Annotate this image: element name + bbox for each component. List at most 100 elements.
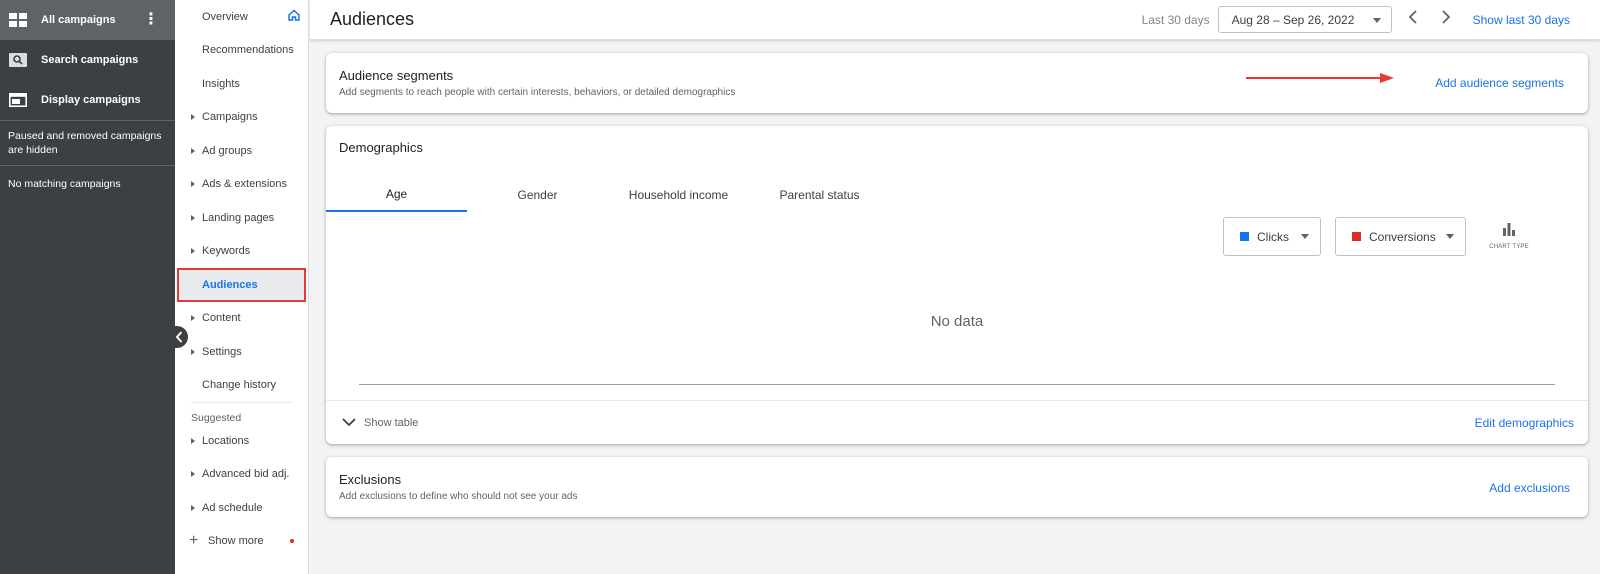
metric-clicks-label: Clicks: [1257, 229, 1289, 244]
demographics-card: Demographics Age Gender Household income…: [326, 126, 1588, 444]
nav-item-label: Audiences: [202, 278, 258, 291]
nav-item-label: Content: [202, 312, 241, 325]
nav-item-audiences[interactable]: Audiences: [177, 268, 306, 302]
nav-item-change-history[interactable]: Change history: [175, 369, 308, 403]
nav-item-content[interactable]: Content: [175, 302, 308, 336]
nav-item-landing-pages[interactable]: Landing pages: [175, 201, 308, 235]
nav-item-label: Ad schedule: [202, 501, 263, 514]
demographics-footer: Show table Edit demographics: [326, 400, 1588, 444]
nav-item-label: Ad groups: [202, 144, 253, 157]
caret-right-icon: [191, 181, 195, 188]
hidden-campaigns-note: Paused and removed campaigns are hidden: [0, 120, 175, 165]
caret-right-icon: [191, 147, 195, 154]
add-audience-segments-link[interactable]: Add audience segments: [1435, 76, 1564, 90]
nav-item-ad-schedule[interactable]: Ad schedule: [175, 491, 308, 525]
chart-type-button[interactable]: CHART TYPE: [1486, 222, 1532, 250]
audience-segments-card: Audience segments Add segments to reach …: [326, 53, 1588, 113]
grid-icon: [8, 12, 28, 28]
nav-item-label: Change history: [202, 379, 276, 392]
page-header: Audiences Last 30 days Aug 28 – Sep 26, …: [310, 0, 1600, 40]
chevron-right-icon: [1441, 10, 1450, 24]
date-range-value: Aug 28 – Sep 26, 2022: [1231, 12, 1355, 27]
metric-conversions-select[interactable]: Conversions: [1335, 217, 1466, 256]
show-last-30-days-link[interactable]: Show last 30 days: [1473, 13, 1570, 27]
previous-period-button[interactable]: [1401, 10, 1425, 29]
caret-right-icon: [191, 471, 195, 478]
caret-right-icon: [191, 114, 195, 121]
tab-gender[interactable]: Gender: [467, 178, 608, 212]
nav-item-insights[interactable]: Insights: [175, 67, 308, 101]
dropdown-arrow-icon: [1301, 234, 1309, 239]
page-nav: Overview Recommendations Insights Campai…: [175, 0, 309, 574]
no-matching-campaigns: No matching campaigns: [0, 165, 175, 202]
exclusions-subtitle: Add exclusions to define who should not …: [339, 491, 578, 502]
metric-conversions-label: Conversions: [1369, 229, 1436, 244]
tab-household-income[interactable]: Household income: [608, 178, 749, 212]
caret-right-icon: [191, 315, 195, 322]
edit-demographics-link[interactable]: Edit demographics: [1475, 416, 1574, 430]
annotation-arrow-icon: [1246, 73, 1394, 83]
nav-item-label: Landing pages: [202, 211, 275, 224]
chart-type-label: CHART TYPE: [1489, 244, 1529, 250]
nav-item-label: Locations: [202, 434, 250, 447]
metric-clicks-select[interactable]: Clicks: [1223, 217, 1321, 256]
dropdown-arrow-icon: [1446, 234, 1454, 239]
nav-item-recommendations[interactable]: Recommendations: [175, 34, 308, 68]
all-campaigns-label: All campaigns: [41, 14, 116, 26]
nav-item-ads-extensions[interactable]: Ads & extensions: [175, 168, 308, 202]
nav-item-label: Advanced bid adj.: [202, 468, 290, 481]
tab-age[interactable]: Age: [326, 178, 467, 212]
bar-chart-icon: [1503, 223, 1515, 236]
nav-item-ad-groups[interactable]: Ad groups: [175, 134, 308, 168]
show-table-toggle[interactable]: Show table: [364, 417, 418, 429]
caret-right-icon: [191, 437, 195, 444]
nav-item-keywords[interactable]: Keywords: [175, 235, 308, 269]
caret-right-icon: [191, 248, 195, 255]
show-more-button[interactable]: + Show more: [175, 525, 308, 559]
no-data-message: No data: [930, 313, 984, 330]
conversions-swatch: [1352, 232, 1361, 241]
nav-item-locations[interactable]: Locations: [175, 424, 308, 458]
nav-item-advanced-bid-adj[interactable]: Advanced bid adj.: [175, 458, 308, 492]
nav-item-label: Campaigns: [202, 111, 258, 124]
caret-right-icon: [191, 504, 195, 511]
chevron-down-icon[interactable]: [342, 418, 356, 427]
dropdown-arrow-icon: [1372, 18, 1381, 23]
next-period-button[interactable]: [1434, 10, 1458, 29]
nav-item-campaigns[interactable]: Campaigns: [175, 101, 308, 135]
display-campaign-icon: [8, 92, 28, 108]
show-more-label: Show more: [208, 535, 264, 548]
nav-item-label: Settings: [202, 345, 242, 358]
nav-item-label: Overview: [202, 10, 248, 23]
nav-item-label: Insights: [202, 77, 240, 90]
nav-item-label: Keywords: [202, 245, 251, 258]
exclusions-title: Exclusions: [339, 472, 402, 487]
nav-section-suggested: Suggested: [191, 402, 292, 424]
chart-axis-line: [359, 384, 1555, 385]
more-vert-icon[interactable]: ⋮: [143, 12, 159, 28]
caret-right-icon: [191, 348, 195, 355]
display-campaigns-item[interactable]: Display campaigns: [0, 80, 175, 120]
nav-item-overview[interactable]: Overview: [175, 0, 308, 34]
audience-segments-subtitle: Add segments to reach people with certai…: [339, 87, 736, 98]
tab-parental-status[interactable]: Parental status: [749, 178, 890, 212]
demographics-tabs: Age Gender Household income Parental sta…: [326, 178, 890, 212]
display-campaigns-label: Display campaigns: [41, 94, 141, 106]
add-exclusions-link[interactable]: Add exclusions: [1489, 481, 1570, 495]
all-campaigns-item[interactable]: All campaigns ⋮: [0, 0, 175, 40]
campaign-panel: All campaigns ⋮ Search campaigns Display…: [0, 0, 175, 574]
notification-dot: [290, 539, 294, 544]
nav-item-settings[interactable]: Settings: [175, 335, 308, 369]
date-range-select[interactable]: Aug 28 – Sep 26, 2022: [1217, 6, 1392, 33]
nav-item-label: Ads & extensions: [202, 178, 287, 191]
search-campaigns-label: Search campaigns: [41, 54, 139, 66]
demographics-title: Demographics: [339, 140, 423, 155]
clicks-swatch: [1240, 232, 1249, 241]
plus-icon: +: [189, 532, 199, 550]
chevron-left-icon: [1408, 10, 1417, 24]
exclusions-card: Exclusions Add exclusions to define who …: [326, 457, 1588, 517]
main-content: Audiences Last 30 days Aug 28 – Sep 26, …: [310, 0, 1600, 574]
nav-item-label: Recommendations: [202, 44, 294, 57]
search-campaigns-item[interactable]: Search campaigns: [0, 40, 175, 80]
home-icon: [288, 9, 300, 24]
